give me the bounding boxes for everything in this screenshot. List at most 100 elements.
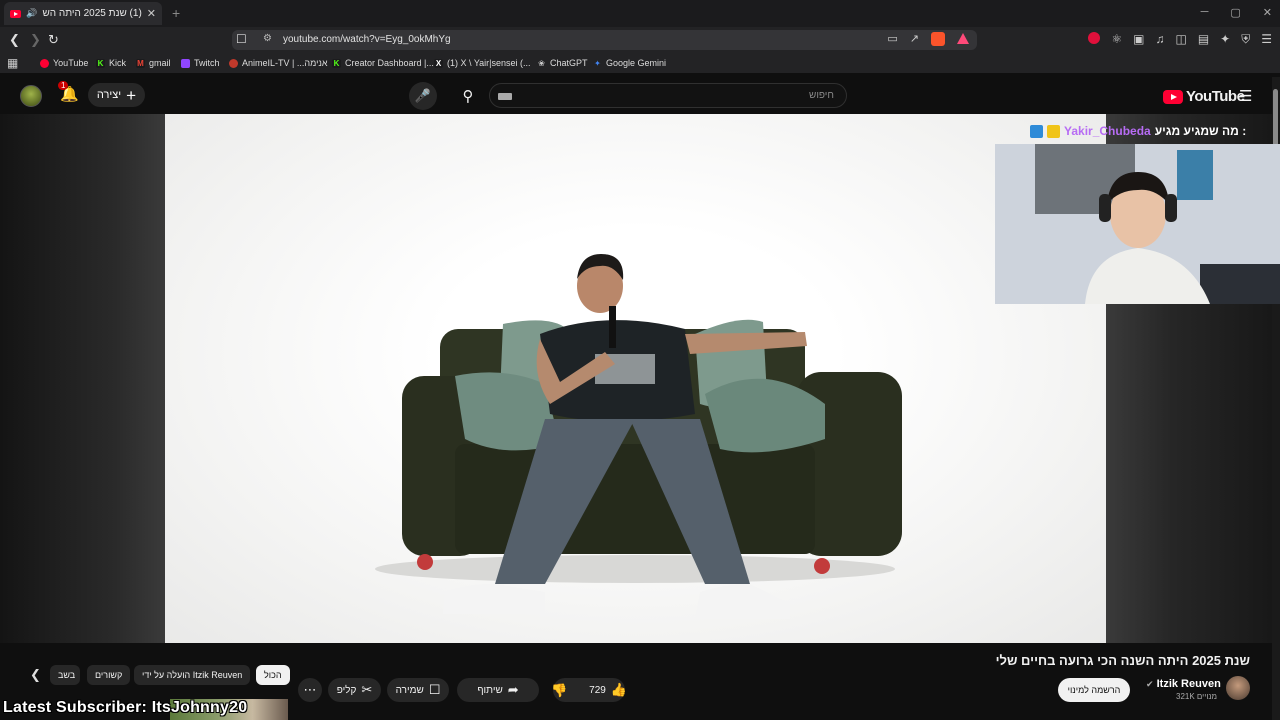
back-icon[interactable]: ❮ <box>9 32 20 48</box>
address-bar[interactable]: ☐ ⚙ youtube.com/watch?v=Eyg_0okMhYg ▭ ↗ <box>232 30 977 50</box>
channel-name[interactable]: ✔ Itzik Reuven <box>1146 678 1221 690</box>
sidebar-icon[interactable]: ◫ <box>1175 32 1186 47</box>
bookmark-kick[interactable]: K Kick <box>96 58 126 68</box>
share-icon: ➦ <box>507 682 519 697</box>
x-icon: X <box>434 58 443 68</box>
cast-icon[interactable]: ▭ <box>887 32 897 46</box>
bookmark-label: ChatGPT <box>550 58 588 68</box>
search-icon[interactable]: ⚲ <box>447 82 489 110</box>
speaker-icon[interactable]: 🔊 <box>26 8 37 19</box>
url-text[interactable]: youtube.com/watch?v=Eyg_0okMhYg <box>283 34 451 45</box>
wallet-icon[interactable]: ▤ <box>1198 32 1209 47</box>
extension-record-icon[interactable] <box>1088 32 1101 44</box>
gemini-icon: ✦ <box>594 58 601 68</box>
person-shoe <box>695 584 790 619</box>
poster <box>1177 150 1213 200</box>
maximize-icon[interactable]: ▢ <box>1230 6 1240 19</box>
scrollbar-thumb[interactable] <box>1273 89 1278 147</box>
kick-icon: K <box>96 58 105 68</box>
like-icon[interactable]: 👍 <box>611 682 627 698</box>
scissors-icon: ✂ <box>361 682 373 697</box>
address-bar-actions: ▭ ↗ <box>887 32 969 46</box>
bookmark-gemini[interactable]: ✦ Google Gemini <box>593 58 666 68</box>
sofa-seat <box>455 444 815 554</box>
chip-all[interactable]: הכול <box>256 665 290 685</box>
notifications-badge: 1 <box>58 81 69 90</box>
browser-tab[interactable]: 🔊 (1) שנת 2025 היתה השנה הכ ✕ <box>4 2 162 25</box>
bookmarks-bar: ▦ YouTube K Kick M gmail Twitch AnimeIL-… <box>0 53 1280 73</box>
bookmark-label: Google Gemini <box>606 58 667 68</box>
brave-shields-icon[interactable] <box>931 32 945 46</box>
account-avatar[interactable] <box>20 85 42 107</box>
bookmark-youtube[interactable]: YouTube <box>40 58 88 68</box>
notifications-bell-icon[interactable]: 🔔 1 <box>58 81 79 103</box>
chip-partial[interactable]: בשב <box>50 665 80 685</box>
search-input[interactable]: חיפוש <box>489 83 847 108</box>
screenshot-icon[interactable]: ▣ <box>1133 32 1144 47</box>
extensions-icon[interactable]: ⚛ <box>1111 32 1122 47</box>
badge-icon <box>1030 124 1043 138</box>
alert-message: מה שמגיע מגיע : <box>1154 124 1247 138</box>
bookmark-x[interactable]: X (1) X \ Yair|sensei (... <box>434 58 531 68</box>
alert-username: Yakir_Chubeda <box>1064 124 1151 138</box>
stream-alert: Yakir_Chubeda מה שמגיע מגיע : <box>1030 121 1246 141</box>
apps-grid-icon[interactable]: ▦ <box>7 56 18 70</box>
bookmark-twitch[interactable]: Twitch <box>181 58 220 68</box>
reload-icon[interactable]: ↻ <box>48 32 59 48</box>
twitch-icon <box>181 58 190 68</box>
chip-related[interactable]: קשורים <box>87 665 131 685</box>
clip-button[interactable]: קליפ ✂ <box>328 678 381 702</box>
youtube-logo[interactable]: YouTube <box>1163 88 1245 105</box>
create-button[interactable]: יצירה + <box>88 83 145 107</box>
keyboard-icon[interactable] <box>498 93 512 100</box>
bookmark-save-icon: ☐ <box>428 682 441 697</box>
save-button[interactable]: שמירה ☐ <box>387 678 449 702</box>
bookmark-icon[interactable]: ☐ <box>236 32 247 46</box>
like-dislike-group: 👍 729 👍 <box>551 678 627 702</box>
browser-tab-bar: 🔊 (1) שנת 2025 היתה השנה הכ ✕ + ─ ▢ ✕ <box>0 0 1280 27</box>
window-close-icon[interactable]: ✕ <box>1263 6 1272 19</box>
subscribe-button[interactable]: הרשמה למינוי <box>1058 678 1130 702</box>
webcam-scene <box>995 144 1280 304</box>
share-button[interactable]: שיתוף ➦ <box>457 678 539 702</box>
leo-ai-icon[interactable]: ✦ <box>1220 32 1230 47</box>
vpn-shield-icon[interactable]: ⛨ <box>1241 32 1250 47</box>
bookmark-label: Twitch <box>194 58 220 68</box>
bookmark-label: Creator Dashboard |... <box>345 58 434 68</box>
bookmark-label: gmail <box>149 58 171 68</box>
site-info-icon[interactable]: ⚙ <box>263 33 272 44</box>
plus-icon: + <box>126 85 137 105</box>
dislike-icon[interactable]: 👍 <box>551 682 567 698</box>
like-count[interactable]: 729 <box>589 685 606 696</box>
person-shoe <box>443 584 545 614</box>
bookmark-gmail[interactable]: M gmail <box>136 58 171 68</box>
kick-icon: K <box>332 58 341 68</box>
voice-search-icon[interactable]: 🎤 <box>409 82 437 110</box>
chevron-left-icon[interactable]: ❮ <box>30 667 41 683</box>
webcam-overlay <box>995 144 1280 304</box>
channel-avatar[interactable] <box>1226 676 1250 700</box>
music-icon[interactable]: ♫ <box>1155 32 1164 47</box>
share-page-icon[interactable]: ↗ <box>910 32 919 46</box>
gmail-icon: M <box>136 58 145 68</box>
share-label: שיתוף <box>477 684 503 696</box>
youtube-logo-text: YouTube <box>1186 88 1245 105</box>
forward-icon[interactable]: ❯ <box>30 32 41 48</box>
youtube-header: 🔔 1 יצירה + 🎤 ⚲ חיפוש YouTube ☰ <box>0 77 1270 114</box>
hamburger-menu-icon[interactable]: ☰ <box>1239 87 1252 105</box>
new-tab-icon[interactable]: + <box>172 5 180 21</box>
bookmark-chatgpt[interactable]: ❀ ChatGPT <box>537 58 588 68</box>
close-tab-icon[interactable]: ✕ <box>147 7 156 20</box>
video-player[interactable] <box>165 114 1106 643</box>
more-actions-button[interactable]: ⋯ <box>298 678 322 702</box>
brave-rewards-icon[interactable] <box>957 33 969 44</box>
browser-menu-icon[interactable]: ☰ <box>1261 32 1272 47</box>
sofa-wheel <box>417 554 433 570</box>
chip-uploaded-by[interactable]: הועלה על ידי Itzik Reuven <box>134 665 251 685</box>
bookmark-animeil[interactable]: AnimeIL-TV | ...אנימה <box>229 58 328 68</box>
animeil-icon <box>229 58 238 68</box>
minimize-icon[interactable]: ─ <box>1201 6 1209 19</box>
bookmark-creator-dashboard[interactable]: K Creator Dashboard |... <box>332 58 434 68</box>
latest-subscriber-overlay: Latest Subscriber: ItsJohnny20 <box>3 699 248 716</box>
crown-icon <box>1047 124 1060 138</box>
